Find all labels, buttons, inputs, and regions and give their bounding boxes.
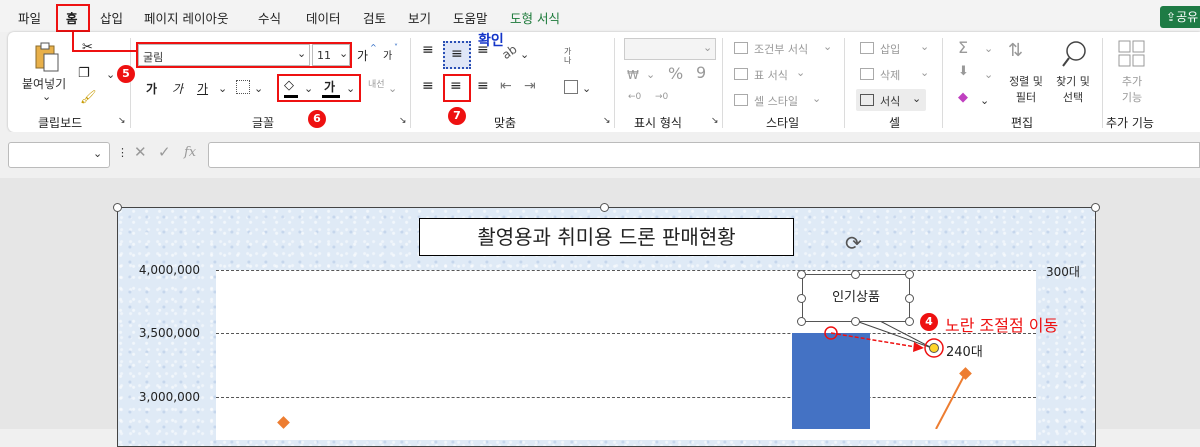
shape-resize-handle[interactable] — [905, 317, 914, 326]
line-point-marker — [277, 416, 290, 429]
line-point-marker — [959, 367, 972, 380]
shape-resize-handle[interactable] — [905, 294, 914, 303]
rotate-handle-icon[interactable]: ⟳ — [845, 231, 862, 255]
step-badge-4: 4 — [920, 313, 938, 331]
shape-resize-handle[interactable] — [797, 270, 806, 279]
data-point-label: 240대 — [946, 345, 983, 360]
chart-overlay — [277, 320, 972, 429]
shape-resize-handle[interactable] — [851, 317, 860, 326]
shape-resize-handle[interactable] — [797, 294, 806, 303]
yellow-adjust-handle — [929, 343, 939, 353]
annotation-move-handle: 노란 조절점 이동 — [945, 316, 1059, 335]
series-line — [935, 373, 966, 429]
shape-resize-handle[interactable] — [851, 270, 860, 279]
shape-resize-handle[interactable] — [797, 317, 806, 326]
callout-shape[interactable]: 인기상품 — [802, 274, 910, 322]
shape-resize-handle[interactable] — [905, 270, 914, 279]
